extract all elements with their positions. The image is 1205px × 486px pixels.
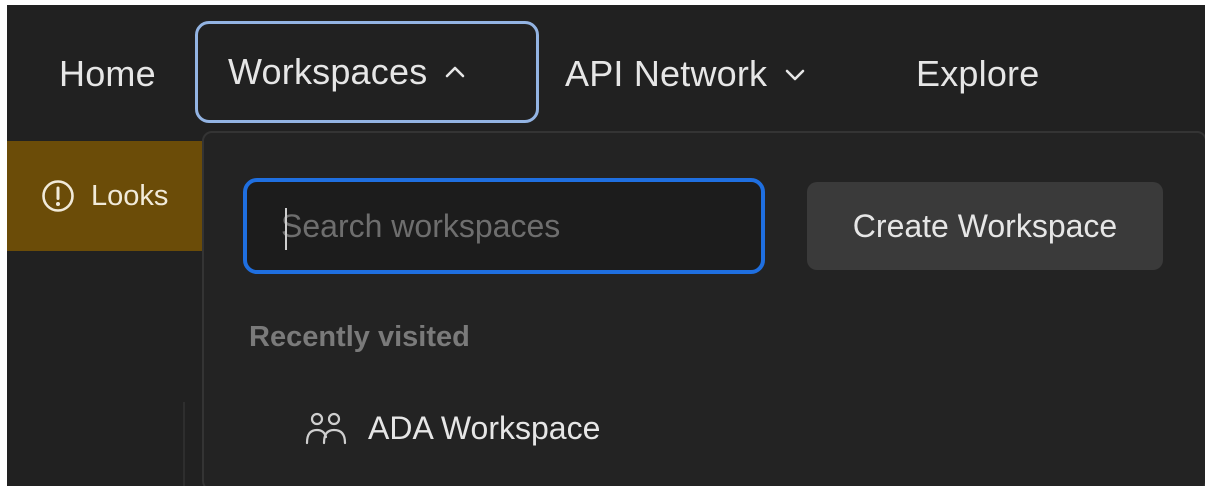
chevron-up-icon — [441, 58, 469, 86]
search-input[interactable] — [281, 201, 731, 251]
workspace-item-label: ADA Workspace — [368, 409, 601, 446]
search-field[interactable] — [243, 178, 765, 274]
team-icon — [305, 412, 347, 445]
nav-home-label: Home — [59, 53, 156, 94]
workspaces-dropdown: Create Workspace Recently visited ADA Wo… — [202, 131, 1205, 486]
nav-explore[interactable]: Explore — [916, 22, 1039, 126]
nav-api-network[interactable]: API Network — [565, 22, 809, 126]
chevron-down-icon — [781, 60, 809, 88]
alert-circle-icon — [42, 180, 74, 212]
nav-workspaces[interactable]: Workspaces — [195, 21, 539, 123]
recently-visited-heading: Recently visited — [249, 321, 470, 353]
app-window: Home Workspaces API Network Explore Look… — [7, 5, 1205, 486]
create-workspace-label: Create Workspace — [852, 207, 1118, 244]
nav-explore-label: Explore — [916, 53, 1040, 94]
create-workspace-button[interactable]: Create Workspace — [807, 182, 1163, 270]
nav-workspaces-label: Workspaces — [228, 51, 428, 92]
nav-home[interactable]: Home — [59, 22, 156, 126]
workspace-item-ada[interactable]: ADA Workspace — [304, 398, 600, 458]
warning-banner: Looks — [7, 141, 207, 251]
top-navigation: Home Workspaces API Network Explore — [7, 5, 1205, 141]
banner-text: Looks — [91, 179, 169, 212]
text-cursor — [285, 208, 287, 250]
nav-api-network-label: API Network — [565, 53, 768, 94]
background-divider — [183, 402, 185, 486]
